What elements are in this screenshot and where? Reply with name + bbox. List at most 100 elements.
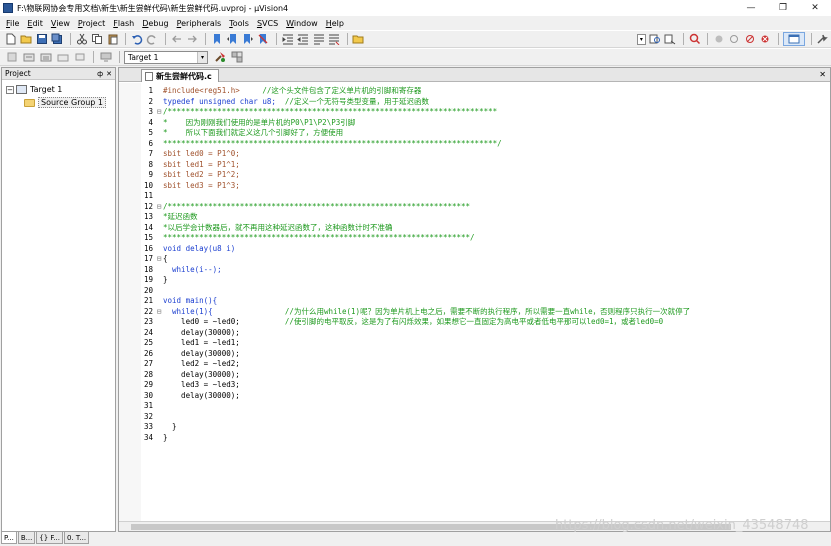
menu-file[interactable]: File bbox=[2, 19, 23, 28]
breakpoint-insert-icon[interactable] bbox=[712, 32, 725, 46]
target-select[interactable]: Target 1 ▾ bbox=[124, 50, 208, 64]
fold-marker[interactable] bbox=[155, 275, 163, 286]
fold-marker[interactable] bbox=[155, 86, 163, 97]
fold-marker[interactable] bbox=[155, 317, 163, 328]
code-line[interactable]: 25 led1 = ~led1; bbox=[125, 338, 690, 349]
code-line[interactable]: 29 led3 = ~led3; bbox=[125, 380, 690, 391]
tab-templates[interactable]: 0. T... bbox=[64, 532, 90, 544]
fold-marker[interactable] bbox=[155, 349, 163, 360]
code-line[interactable]: 20 bbox=[125, 286, 690, 297]
code-line[interactable]: 7 sbit led0 = P1^0; bbox=[125, 149, 690, 160]
fold-marker[interactable] bbox=[155, 233, 163, 244]
debug-session-icon[interactable] bbox=[688, 32, 701, 46]
tree-item-source-group[interactable]: Source Group 1 bbox=[24, 96, 115, 109]
fold-marker[interactable] bbox=[155, 286, 163, 297]
nav-back-icon[interactable] bbox=[170, 32, 183, 46]
code-line[interactable]: 26 delay(30000); bbox=[125, 349, 690, 360]
menu-peripherals[interactable]: Peripherals bbox=[173, 19, 226, 28]
bookmark-next-icon[interactable] bbox=[241, 32, 254, 46]
fold-marker[interactable] bbox=[155, 170, 163, 181]
code-line[interactable]: 16 void delay(u8 i) bbox=[125, 244, 690, 255]
code-line[interactable]: 10 sbit led3 = P1^3; bbox=[125, 181, 690, 192]
code-line[interactable]: 6 ***************************************… bbox=[125, 139, 690, 150]
code-line[interactable]: 13 *延迟函数 bbox=[125, 212, 690, 223]
tab-books[interactable]: B... bbox=[17, 532, 36, 544]
find-dropdown[interactable]: ▾ bbox=[636, 33, 646, 45]
find-icon[interactable] bbox=[648, 32, 661, 46]
menu-edit[interactable]: Edit bbox=[23, 19, 47, 28]
code-line[interactable]: 21 void main(){ bbox=[125, 296, 690, 307]
fold-marker[interactable] bbox=[155, 370, 163, 381]
code-line[interactable]: 32 bbox=[125, 412, 690, 423]
menu-window[interactable]: Window bbox=[282, 19, 322, 28]
fold-marker[interactable] bbox=[155, 212, 163, 223]
menu-view[interactable]: View bbox=[47, 19, 74, 28]
undo-icon[interactable] bbox=[130, 32, 143, 46]
fold-marker[interactable] bbox=[155, 338, 163, 349]
code-line[interactable]: 31 bbox=[125, 401, 690, 412]
configure-icon[interactable] bbox=[816, 32, 829, 46]
unindent-icon[interactable] bbox=[296, 32, 309, 46]
fold-marker[interactable] bbox=[155, 139, 163, 150]
bookmark-clear-icon[interactable] bbox=[256, 32, 269, 46]
comment-icon[interactable] bbox=[312, 32, 325, 46]
code-line[interactable]: 19} bbox=[125, 275, 690, 286]
collapse-icon[interactable]: − bbox=[6, 85, 14, 94]
fold-marker[interactable] bbox=[155, 191, 163, 202]
find-in-files-icon[interactable] bbox=[352, 32, 365, 46]
fold-marker[interactable] bbox=[155, 118, 163, 129]
menu-project[interactable]: Project bbox=[74, 19, 109, 28]
fold-marker[interactable] bbox=[155, 181, 163, 192]
batch-build-icon[interactable] bbox=[55, 50, 70, 64]
breakpoint-enable-icon[interactable] bbox=[728, 32, 741, 46]
fold-marker[interactable] bbox=[155, 359, 163, 370]
pin-icon[interactable]: ф bbox=[97, 70, 103, 78]
fold-marker[interactable] bbox=[155, 97, 163, 108]
bookmark-toggle-icon[interactable] bbox=[210, 32, 223, 46]
menu-flash[interactable]: Flash bbox=[109, 19, 138, 28]
code-line[interactable]: 5 * 所以下面我们就定义这几个引脚好了，方便使用 bbox=[125, 128, 690, 139]
editor-tab[interactable]: 新生尝鲜代码.c bbox=[141, 69, 219, 82]
fold-marker[interactable] bbox=[155, 401, 163, 412]
maximize-button[interactable]: ❐ bbox=[767, 0, 799, 16]
fold-marker[interactable]: ⊟ bbox=[155, 254, 163, 265]
fold-marker[interactable] bbox=[155, 265, 163, 276]
minimize-button[interactable]: — bbox=[735, 0, 767, 16]
code-line[interactable]: 28 delay(30000); bbox=[125, 370, 690, 381]
save-all-icon[interactable] bbox=[50, 32, 63, 46]
code-line[interactable]: 30 delay(30000); bbox=[125, 391, 690, 402]
breakpoint-disable-icon[interactable] bbox=[743, 32, 756, 46]
stop-build-icon[interactable] bbox=[72, 50, 87, 64]
build-icon[interactable] bbox=[21, 50, 36, 64]
tree-item-target[interactable]: − Target 1 bbox=[2, 83, 115, 96]
copy-icon[interactable] bbox=[90, 32, 103, 46]
code-line[interactable]: 9 sbit led2 = P1^2; bbox=[125, 170, 690, 181]
menu-debug[interactable]: Debug bbox=[138, 19, 172, 28]
incremental-find-icon[interactable] bbox=[663, 32, 676, 46]
menu-svcs[interactable]: SVCS bbox=[253, 19, 282, 28]
code-line[interactable]: 14 *以后学会计数器后，就不再用这种延迟函数了，这种函数计时不准确 bbox=[125, 223, 690, 234]
code-line[interactable]: 8 sbit led1 = P1^1; bbox=[125, 160, 690, 171]
translate-icon[interactable] bbox=[4, 50, 19, 64]
fold-marker[interactable] bbox=[155, 149, 163, 160]
new-file-icon[interactable] bbox=[4, 32, 17, 46]
fold-marker[interactable] bbox=[155, 328, 163, 339]
fold-marker[interactable]: ⊟ bbox=[155, 107, 163, 118]
code-line[interactable]: 22 ⊟ while(1){ //为什么用while(1)呢？因为单片机上电之后，… bbox=[125, 307, 690, 318]
window-layout-icon[interactable] bbox=[783, 32, 805, 46]
target-options-icon[interactable] bbox=[212, 50, 227, 64]
menu-tools[interactable]: Tools bbox=[225, 19, 253, 28]
fold-marker[interactable] bbox=[155, 244, 163, 255]
fold-marker[interactable] bbox=[155, 128, 163, 139]
close-icon[interactable]: ✕ bbox=[819, 70, 826, 79]
fold-marker[interactable] bbox=[155, 223, 163, 234]
cut-icon[interactable] bbox=[75, 32, 88, 46]
save-icon[interactable] bbox=[35, 32, 48, 46]
code-area[interactable]: 1 #include<reg51.h> //这个头文件包含了定义单片机的引脚和寄存… bbox=[119, 83, 830, 521]
fold-marker[interactable] bbox=[155, 422, 163, 433]
code-line[interactable]: 27 led2 = ~led2; bbox=[125, 359, 690, 370]
code-line[interactable]: 4 * 因为刚刚我们使用的是单片机的P0\P1\P2\P3引脚 bbox=[125, 118, 690, 129]
nav-forward-icon[interactable] bbox=[186, 32, 199, 46]
code-line[interactable]: 15 **************************************… bbox=[125, 233, 690, 244]
code-line[interactable]: 24 delay(30000); bbox=[125, 328, 690, 339]
